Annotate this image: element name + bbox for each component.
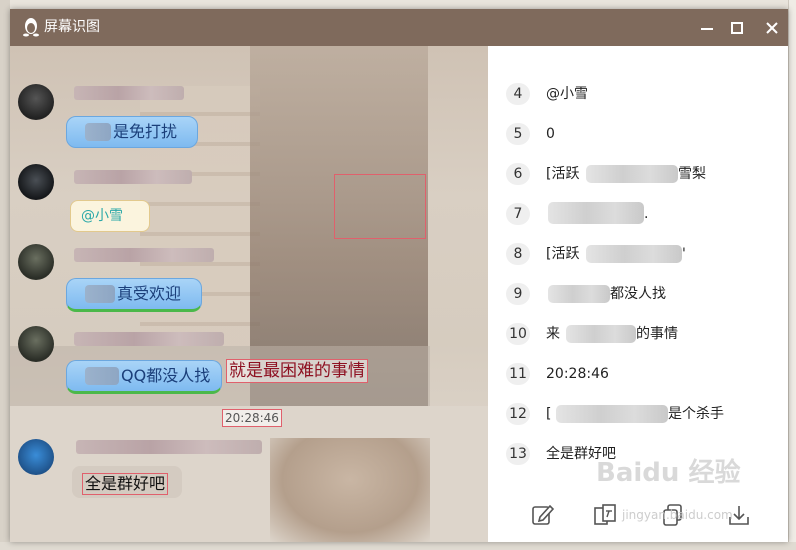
result-row[interactable]: 6 [活跃 雪梨 [506,162,776,186]
blurred-text [548,202,644,224]
blurred-text [85,285,115,303]
message-bubble: 是免打扰 [66,116,198,148]
blurred-text [586,245,682,263]
ocr-detected-text: 就是最困难的事情 [226,359,368,383]
minimize-icon [701,28,713,30]
blurred-sender-name [74,248,214,262]
result-index: 12 [506,403,530,425]
result-row[interactable]: 4 @小雪 [506,82,776,106]
blurred-text [85,367,119,385]
download-icon [729,506,749,525]
result-index: 5 [506,123,530,145]
result-index: 4 [506,83,530,105]
result-row[interactable]: 11 20:28:46 [506,362,776,386]
result-text-start[interactable]: [ [546,403,551,425]
avatar [18,244,54,280]
result-index: 6 [506,163,530,185]
result-text-start[interactable]: [活跃 [546,243,579,265]
copy-icon [663,504,682,526]
download-button[interactable] [724,500,754,530]
avatar [18,164,54,200]
result-text-start[interactable]: [活跃 [546,163,579,185]
mention-bubble: @小雪 [70,200,150,232]
maximize-button[interactable] [724,15,750,41]
minimize-button[interactable] [694,15,720,41]
blurred-text [586,165,678,183]
captured-screenshot-preview: 是免打扰 @小雪 真受欢迎 QQ都没人找 就是最困难的事情 20:28:46 全… [10,46,488,542]
result-row[interactable]: 8 [活跃 ' [506,242,776,266]
background-left-edge [0,0,10,550]
result-text-end[interactable]: 的事情 [636,323,678,345]
close-button[interactable] [759,15,785,41]
background-lower-person [270,438,430,542]
result-row[interactable]: 9 都没人找 [506,282,776,306]
message-bubble: 真受欢迎 [66,278,202,312]
result-text[interactable]: 全是群好吧 [546,443,616,465]
result-text-end[interactable]: 雪梨 [678,163,706,185]
result-index: 7 [506,203,530,225]
blurred-sender-name [74,170,192,184]
result-index: 10 [506,323,530,345]
avatar [18,84,54,120]
result-index: 11 [506,363,530,385]
message-bubble: QQ都没人找 [66,360,222,394]
result-row[interactable]: 10 来 的事情 [506,322,776,346]
bubble-text: QQ都没人找 [121,366,211,385]
ocr-detection-box [334,174,426,239]
blurred-sender-name [76,440,262,454]
screen-recognition-window: 屏幕识图 是免打扰 @小雪 真受欢迎 QQ都没人找 就是最困难的事情 20:28… [10,9,788,542]
translate-button[interactable] [590,500,620,530]
result-text-end[interactable]: . [644,203,648,225]
edit-button[interactable] [528,500,558,530]
translate-icon [594,504,616,525]
background-bottom-edge [0,542,796,550]
result-index: 9 [506,283,530,305]
result-text[interactable]: @小雪 [546,83,588,105]
result-row[interactable]: 12 [ 是个杀手 [506,402,776,426]
recognition-results-panel: 4 @小雪 5 0 6 [活跃 雪梨 7 . 8 [活跃 ' 9 都没人找 10… [488,46,788,542]
edit-icon [532,504,555,525]
title-bar[interactable]: 屏幕识图 [10,9,788,46]
result-index: 8 [506,243,530,265]
background-right-edge [788,0,796,550]
ocr-detected-timestamp: 20:28:46 [222,409,282,427]
blurred-text [566,325,636,343]
result-row[interactable]: 13 全是群好吧 [506,442,776,466]
result-row[interactable]: 5 0 [506,122,776,146]
blurred-sender-name [74,86,184,100]
close-icon [766,22,778,34]
ocr-detected-text: 全是群好吧 [82,473,169,495]
bubble-text: 是免打扰 [113,122,178,141]
bubble-text: @小雪 [81,208,123,224]
bubble-text: 真受欢迎 [117,284,182,303]
avatar [18,326,54,362]
blurred-text [548,285,610,303]
result-text-end[interactable]: 都没人找 [610,283,666,305]
result-row[interactable]: 7 . [506,202,776,226]
blurred-text [85,123,111,141]
maximize-icon [731,22,743,34]
qq-penguin-icon [23,18,39,37]
result-text-start[interactable]: 来 [546,323,560,345]
copy-button[interactable] [658,500,688,530]
result-text[interactable]: 0 [546,123,555,145]
result-index: 13 [506,443,530,465]
avatar [18,439,54,475]
result-text[interactable]: 20:28:46 [546,363,609,385]
result-text-end[interactable]: ' [682,243,686,265]
blurred-sender-name [74,332,224,346]
blurred-text [556,405,668,423]
window-title: 屏幕识图 [44,19,100,35]
result-text-end[interactable]: 是个杀手 [668,403,724,425]
